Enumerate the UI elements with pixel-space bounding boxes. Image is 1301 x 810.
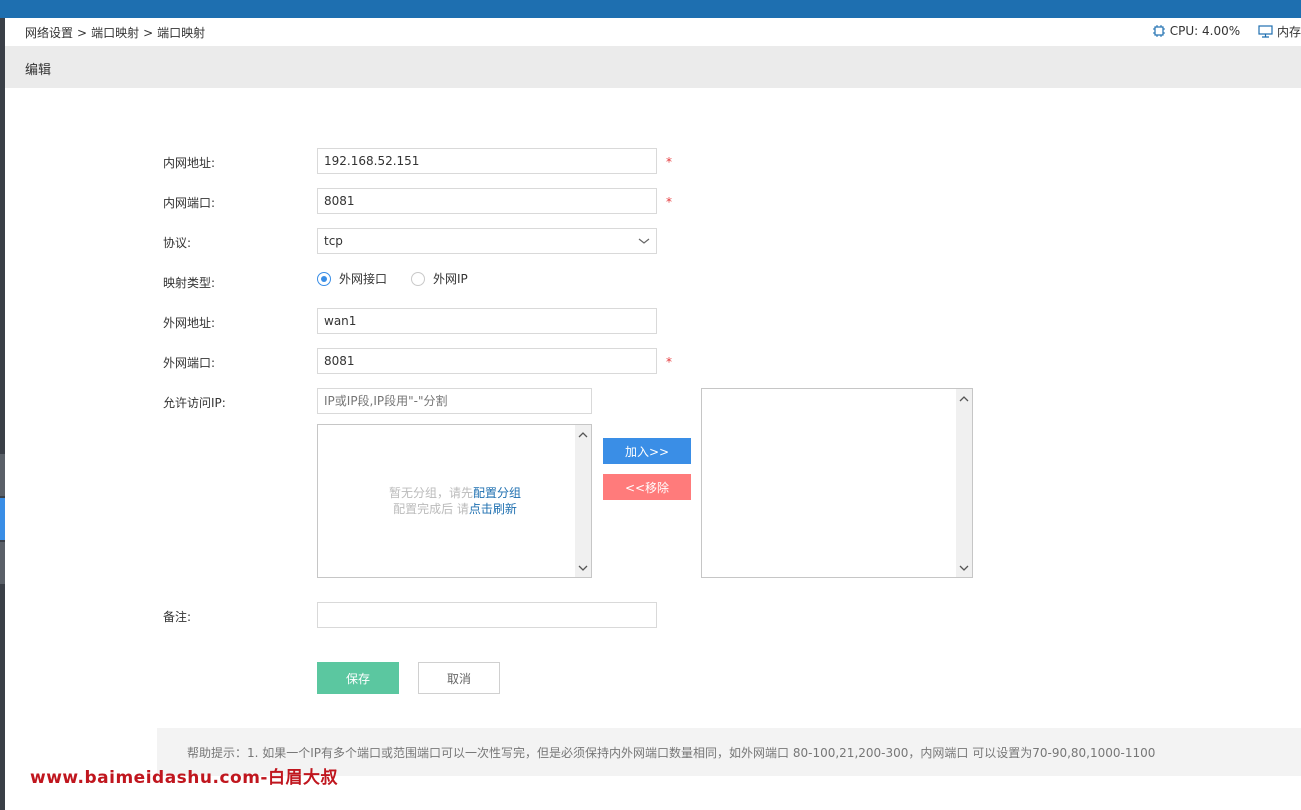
radio-wan-ip[interactable]: 外网IP [411,270,468,287]
wan-port-label: 外网端口: [163,356,216,370]
protocol-selected-value: tcp [324,234,343,248]
breadcrumb-separator: > [77,26,88,40]
left-sidebar-strip [0,18,5,810]
add-button[interactable]: 加入>> [603,438,691,464]
ip-group-source-list[interactable]: 暂无分组，请先配置分组 配置完成后 请点击刷新 [317,424,592,578]
scrollbar[interactable] [956,389,972,577]
breadcrumb-item-network-settings[interactable]: 网络设置 [25,26,73,40]
radio-unchecked-icon [411,271,425,286]
wan-port-input[interactable] [317,348,657,374]
wan-address-label: 外网地址: [163,316,216,330]
configure-group-link[interactable]: 配置分组 [473,486,521,500]
scrollbar[interactable] [575,425,591,577]
scroll-down-icon[interactable] [575,561,591,575]
section-header: 编辑 [5,46,1301,88]
allow-ip-label: 允许访问IP: [163,396,226,410]
wan-address-input[interactable] [317,308,657,334]
top-bar [0,0,1301,18]
cancel-button[interactable]: 取消 [418,662,500,694]
allow-ip-input[interactable] [317,388,592,414]
system-info: CPU: 4.00% 内存 [1138,23,1301,41]
remark-input[interactable] [317,602,657,628]
breadcrumb: 网络设置 > 端口映射 > 端口映射 [25,24,209,41]
watermark: www.baimeidashu.com-白眉大叔 [30,768,338,788]
scroll-up-icon[interactable] [956,391,972,405]
required-mark: * [666,355,672,369]
remove-button[interactable]: <<移除 [603,474,691,500]
memory-indicator: 内存 [1258,23,1301,40]
radio-wan-interface[interactable]: 外网接口 [317,270,387,287]
radio-label: 外网IP [433,272,468,286]
breadcrumb-item-port-mapping-current: 端口映射 [157,26,206,40]
lan-port-label: 内网端口: [163,196,216,210]
protocol-select[interactable]: tcp [317,228,657,254]
empty-message-line-2: 配置完成后 请点击刷新 [393,502,517,516]
radio-label: 外网接口 [339,272,388,286]
lan-address-label: 内网地址: [163,156,216,170]
map-type-label: 映射类型: [163,276,216,290]
lan-port-input[interactable] [317,188,657,214]
refresh-link[interactable]: 点击刷新 [469,502,517,516]
sidebar-segment[interactable] [0,454,5,496]
empty-message-line-1: 暂无分组，请先配置分组 [388,486,522,500]
required-mark: * [666,155,672,169]
ip-target-list[interactable] [701,388,973,578]
memory-label: 内存 [1276,25,1301,39]
breadcrumb-item-port-mapping[interactable]: 端口映射 [91,26,139,40]
monitor-icon [1258,25,1273,38]
help-text: 帮助提示：1. 如果一个IP有多个端口或范围端口可以一次性写完，但是必须保持内外… [187,746,1156,760]
page-title: 编辑 [25,63,52,78]
protocol-label: 协议: [163,236,192,250]
sidebar-segment[interactable] [0,542,5,584]
save-button[interactable]: 保存 [317,662,399,694]
cpu-label: CPU: 4.00% [1169,24,1241,38]
scroll-up-icon[interactable] [575,427,591,441]
chevron-down-icon [638,238,650,244]
breadcrumb-separator: > [143,26,154,40]
breadcrumb-bar: 网络设置 > 端口映射 > 端口映射 CPU: 4.00% 内存 [5,18,1301,46]
remark-label: 备注: [163,610,192,624]
radio-checked-icon [317,271,331,286]
lan-address-input[interactable] [317,148,657,174]
required-mark: * [666,195,672,209]
scroll-down-icon[interactable] [956,561,972,575]
cpu-icon [1152,25,1165,37]
cpu-indicator: CPU: 4.00% [1152,24,1240,38]
sidebar-segment-active[interactable] [0,498,5,540]
